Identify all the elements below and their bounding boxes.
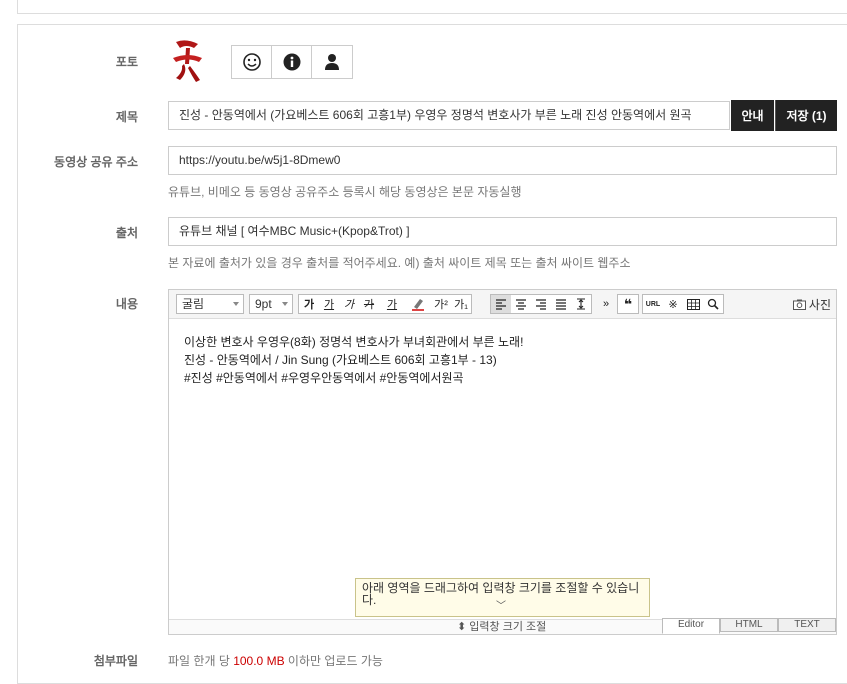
chevron-down-icon: ﹀ xyxy=(496,601,506,612)
font-color-button[interactable]: 가 xyxy=(379,295,405,313)
guide-button[interactable]: 안내 xyxy=(731,100,774,131)
previous-section-box xyxy=(17,0,847,14)
quote-button[interactable]: ❝ xyxy=(618,295,638,313)
title-label: 제목 xyxy=(115,110,138,124)
resize-label: 입력창 크기 조절 xyxy=(469,621,547,633)
superscript-button[interactable]: 가² xyxy=(431,295,451,313)
special-char-button[interactable]: ※ xyxy=(663,295,683,313)
font-size-value: 9pt xyxy=(255,297,272,311)
align-center-button[interactable] xyxy=(511,295,531,313)
more-button[interactable]: » xyxy=(596,295,616,313)
italic-button[interactable]: 가 xyxy=(339,295,359,313)
user-button[interactable] xyxy=(312,46,352,78)
photo-insert-label: 사진 xyxy=(808,298,831,312)
tab-html[interactable]: HTML xyxy=(720,618,778,632)
attach-label: 첨부파일 xyxy=(93,654,138,668)
attach-hint: 파일 한개 당 100.0 MB 이하만 업로드 가능 xyxy=(168,652,383,669)
info-icon xyxy=(283,53,300,71)
emoticon-button[interactable] xyxy=(232,46,272,78)
title-input[interactable]: 진성 - 안동역에서 (가요베스트 606회 고흥1부) 우영우 정명석 변호사… xyxy=(168,101,730,130)
subscript-button[interactable]: 가₁ xyxy=(451,295,471,313)
editor-mode-tabs: Editor HTML TEXT xyxy=(662,618,836,634)
title-input-value: 진성 - 안동역에서 (가요베스트 606회 고흥1부) 우영우 정명석 변호사… xyxy=(179,108,692,122)
table-icon xyxy=(686,298,700,310)
link-button[interactable]: URL xyxy=(643,295,663,313)
photo-label: 포토 xyxy=(115,55,138,69)
font-family-select[interactable]: 굴림 xyxy=(176,294,244,314)
highlight-color-button[interactable] xyxy=(405,295,431,313)
source-hint: 본 자료에 출처가 있을 경우 출처를 적어주세요. 예) 출처 싸이트 제목 … xyxy=(168,256,631,270)
tab-editor[interactable]: Editor xyxy=(662,618,720,634)
source-input[interactable]: 유튜브 채널 [ 여수MBC Music+(Kpop&Trot) ] xyxy=(168,217,837,246)
content-line: 진성 - 안동역에서 / Jin Sung (가요베스트 606회 고흥1부 -… xyxy=(184,353,497,367)
align-center-icon xyxy=(516,298,526,310)
video-url-input[interactable]: https://youtu.be/w5j1-8Dmew0 xyxy=(168,146,837,175)
justify-icon xyxy=(556,298,566,310)
resize-arrows-icon: ⬍ xyxy=(457,621,467,633)
bold-button[interactable]: 가 xyxy=(299,295,319,313)
align-left-button[interactable] xyxy=(491,295,511,313)
font-family-value: 굴림 xyxy=(182,297,205,311)
attach-size-limit: 100.0 MB xyxy=(233,654,285,668)
save-button[interactable]: 저장 (1) xyxy=(775,100,837,131)
align-left-icon xyxy=(496,298,506,310)
align-group xyxy=(490,294,592,314)
underline-button[interactable]: 가 xyxy=(319,295,339,313)
line-height-button[interactable] xyxy=(571,295,591,313)
search-icon xyxy=(707,298,719,310)
line-height-icon xyxy=(577,298,585,310)
attach-hint-pre: 파일 한개 당 xyxy=(168,654,234,668)
chevron-down-icon xyxy=(282,302,288,306)
content-label: 내용 xyxy=(115,297,138,311)
insert-group: URL ※ xyxy=(642,294,724,314)
find-button[interactable] xyxy=(703,295,723,313)
editor-toolbar: 굴림 9pt 가 가 가 가 가 가² 가₁ » ❝ URL ※ 사진 xyxy=(169,290,836,319)
source-label: 출처 xyxy=(115,226,138,240)
align-right-icon xyxy=(536,298,546,310)
camera-icon xyxy=(792,299,806,310)
user-icon xyxy=(325,54,339,70)
photo-icon-group xyxy=(231,45,353,79)
video-url-hint: 유튜브, 비메오 등 동영상 공유주소 등록시 해당 동영상은 본문 자동실행 xyxy=(168,185,522,199)
avatar xyxy=(168,36,208,86)
resize-bar[interactable]: ⬍ 입력창 크기 조절 Editor HTML TEXT xyxy=(169,618,836,634)
editor-content[interactable]: 이상한 변호사 우영우(8화) 정명석 변호사가 부녀회관에서 부른 노래! 진… xyxy=(184,333,523,387)
attach-hint-post: 이하만 업로드 가능 xyxy=(284,654,383,668)
format-group: 가 가 가 가 가 가² 가₁ xyxy=(298,294,472,314)
tab-text[interactable]: TEXT xyxy=(778,618,836,632)
justify-button[interactable] xyxy=(551,295,571,313)
video-url-value: https://youtu.be/w5j1-8Dmew0 xyxy=(179,153,341,167)
chevron-down-icon xyxy=(233,302,239,306)
info-button[interactable] xyxy=(272,46,312,78)
quote-group: ❝ xyxy=(617,294,639,314)
table-button[interactable] xyxy=(683,295,703,313)
smile-icon xyxy=(242,53,261,71)
font-size-select[interactable]: 9pt xyxy=(249,294,293,314)
resize-tooltip: 아래 영역을 드래그하여 입력창 크기를 조절할 수 있습니다. ﹀ xyxy=(355,578,650,617)
content-line: 이상한 변호사 우영우(8화) 정명석 변호사가 부녀회관에서 부른 노래! xyxy=(184,335,524,349)
photo-insert-button[interactable]: 사진 xyxy=(792,296,831,313)
content-line: #진성 #안동역에서 #우영우안동역에서 #안동역에서원곡 xyxy=(184,371,464,385)
resize-handle[interactable]: ⬍ 입력창 크기 조절 xyxy=(457,620,546,634)
source-value: 유튜브 채널 [ 여수MBC Music+(Kpop&Trot) ] xyxy=(179,224,410,238)
strikethrough-button[interactable]: 가 xyxy=(359,295,379,313)
video-url-label: 동영상 공유 주소 xyxy=(54,155,138,169)
align-right-button[interactable] xyxy=(531,295,551,313)
highlighter-icon xyxy=(412,299,424,311)
